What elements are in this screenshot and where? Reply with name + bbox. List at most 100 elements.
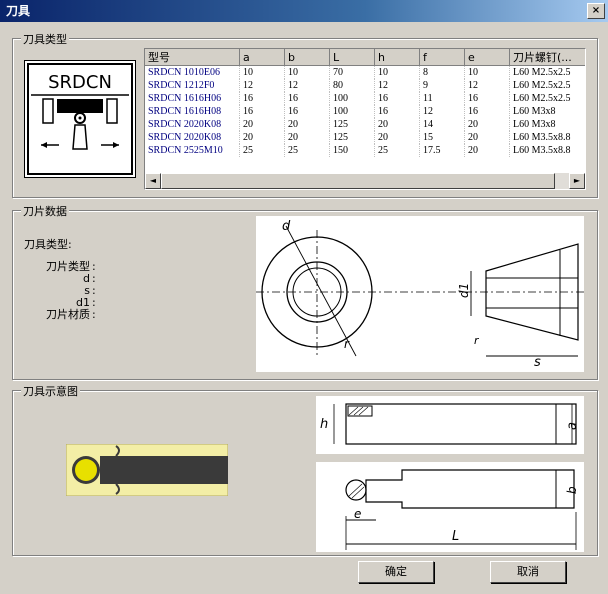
- table-cell: 25: [374, 144, 420, 157]
- close-button[interactable]: ×: [587, 3, 605, 19]
- table-cell: L60 M2.5x2.5: [509, 65, 585, 79]
- table-cell: L60 M3.5x8.8: [509, 131, 585, 144]
- insert-fields: 刀片类型: d: s: d1: 刀片材质:: [36, 261, 136, 321]
- table-cell: SRDCN 1212F0: [145, 79, 240, 92]
- table-cell: 11: [419, 92, 465, 105]
- insert-field-colon: :: [92, 308, 96, 321]
- table-row[interactable]: SRDCN 1010E0610107010810L60 M2.5x2.5T8: [145, 65, 585, 79]
- table-cell: 150: [329, 144, 375, 157]
- insert-data-group-label: 刀片数据: [21, 203, 69, 219]
- table-row[interactable]: SRDCN 1616H061616100161116L60 M2.5x2.5T8: [145, 92, 585, 105]
- table-cell: L60 M3x8: [509, 105, 585, 118]
- table-cell: SRDCN 2020K08: [145, 131, 240, 144]
- table-cell: 16: [284, 92, 330, 105]
- table-cell: 20: [374, 131, 420, 144]
- table-cell: 20: [284, 131, 330, 144]
- table-cell: 20: [239, 118, 285, 131]
- column-header[interactable]: h: [374, 49, 420, 66]
- horizontal-scrollbar[interactable]: ◄ ►: [145, 173, 585, 189]
- table-cell: 9: [419, 79, 465, 92]
- table-cell: 20: [239, 131, 285, 144]
- top-L-label: L: [452, 529, 459, 544]
- table-cell: 12: [419, 105, 465, 118]
- insert-s-label: s: [534, 355, 541, 370]
- table-row[interactable]: SRDCN 2525M10 25 25 150 25 17.5 20 L60 M3.5x8.8…: [145, 144, 585, 157]
- insert-d1-label: d1: [457, 283, 471, 298]
- table-cell: 16: [239, 105, 285, 118]
- table-cell: 20: [464, 144, 510, 157]
- tool-top-view-svg: L e b: [345, 469, 579, 550]
- tool-table[interactable]: 型号abLhfe刀片螺钉(...扳手(Wr SRDCN 1010E0610107…: [144, 48, 586, 190]
- table-cell: 16: [374, 92, 420, 105]
- table-cell: 8: [419, 65, 465, 79]
- table-cell: 12: [239, 79, 285, 92]
- table-cell: 80: [329, 79, 375, 92]
- top-b-label: b: [565, 486, 579, 494]
- scroll-thumb[interactable]: [161, 173, 555, 189]
- table-cell: 16: [464, 105, 510, 118]
- scroll-left-icon: ◄: [149, 176, 157, 185]
- window-title: 刀具: [6, 4, 31, 18]
- insert-diagram: d r d1 s r: [256, 216, 584, 372]
- column-header[interactable]: e: [464, 49, 510, 66]
- table-cell: 10: [374, 65, 420, 79]
- table-cell: 20: [284, 118, 330, 131]
- insert-field-label: 刀片材质: [46, 308, 90, 321]
- insert-r2-label: r: [474, 334, 480, 347]
- table-cell: SRDCN 2525M10: [145, 144, 240, 157]
- table-cell: L60 M2.5x2.5: [509, 92, 585, 105]
- table-cell: 125: [329, 118, 375, 131]
- table-cell: 125: [329, 131, 375, 144]
- column-header[interactable]: L: [329, 49, 375, 66]
- column-header[interactable]: 型号: [145, 49, 240, 66]
- side-h-label: h: [320, 417, 328, 432]
- tool-holder-illustration: [66, 444, 228, 496]
- tool-side-view: h a: [316, 396, 584, 454]
- table-cell: SRDCN 1616H08: [145, 105, 240, 118]
- scroll-right-button[interactable]: ►: [569, 173, 585, 189]
- table-row[interactable]: SRDCN 1212F012128012912L60 M2.5x2.5T8: [145, 79, 585, 92]
- close-icon: ×: [591, 5, 601, 16]
- table-cell: 17.5: [419, 144, 465, 157]
- tool-side-view-svg: h a: [320, 403, 580, 445]
- table-cell: 25: [284, 144, 330, 157]
- table-cell: L60 M3x8: [509, 118, 585, 131]
- table-row[interactable]: SRDCN 2020K082020125201520L60 M3.5x8.8T1…: [145, 131, 585, 144]
- cancel-button[interactable]: 取消: [490, 561, 566, 583]
- scroll-left-button[interactable]: ◄: [145, 173, 161, 189]
- insert-d-label: d: [282, 219, 291, 234]
- schematic-group-label: 刀具示意图: [21, 383, 80, 399]
- table-cell: 10: [464, 65, 510, 79]
- tool-type-icon-box: SRDCN: [24, 60, 136, 178]
- table-cell: 12: [284, 79, 330, 92]
- tool-type-icon: SRDCN: [27, 63, 133, 175]
- table-cell: 25: [239, 144, 285, 157]
- table-cell: 20: [374, 118, 420, 131]
- tool-table-grid: 型号abLhfe刀片螺钉(...扳手(Wr SRDCN 1010E0610107…: [145, 49, 585, 157]
- column-header[interactable]: 刀片螺钉(...: [509, 49, 585, 66]
- table-row[interactable]: SRDCN 2020K082020125201420L60 M3x8T10: [145, 118, 585, 131]
- table-cell: 16: [374, 105, 420, 118]
- table-cell: SRDCN 1616H06: [145, 92, 240, 105]
- column-header[interactable]: a: [239, 49, 285, 66]
- tool-top-view: L e b: [316, 462, 584, 552]
- top-e-label: e: [354, 507, 361, 521]
- table-cell: 12: [374, 79, 420, 92]
- table-row[interactable]: SRDCN 1616H081616100161216L60 M3x8T10: [145, 105, 585, 118]
- table-cell: L60 M2.5x2.5: [509, 79, 585, 92]
- title-bar: 刀具 ×: [0, 0, 608, 22]
- column-header[interactable]: f: [419, 49, 465, 66]
- table-cell: 14: [419, 118, 465, 131]
- table-cell: SRDCN 2020K08: [145, 118, 240, 131]
- table-cell: 16: [239, 92, 285, 105]
- table-cell: 20: [464, 131, 510, 144]
- column-header[interactable]: b: [284, 49, 330, 66]
- table-cell: 70: [329, 65, 375, 79]
- tool-type-icon-text: SRDCN: [48, 72, 112, 93]
- insert-diagram-svg: d r d1 s r: [256, 219, 584, 370]
- ok-button[interactable]: 确定: [358, 561, 434, 583]
- table-cell: 12: [464, 79, 510, 92]
- table-cell: 100: [329, 92, 375, 105]
- insert-tool-type-label: 刀具类型:: [24, 238, 72, 251]
- table-cell: 16: [464, 92, 510, 105]
